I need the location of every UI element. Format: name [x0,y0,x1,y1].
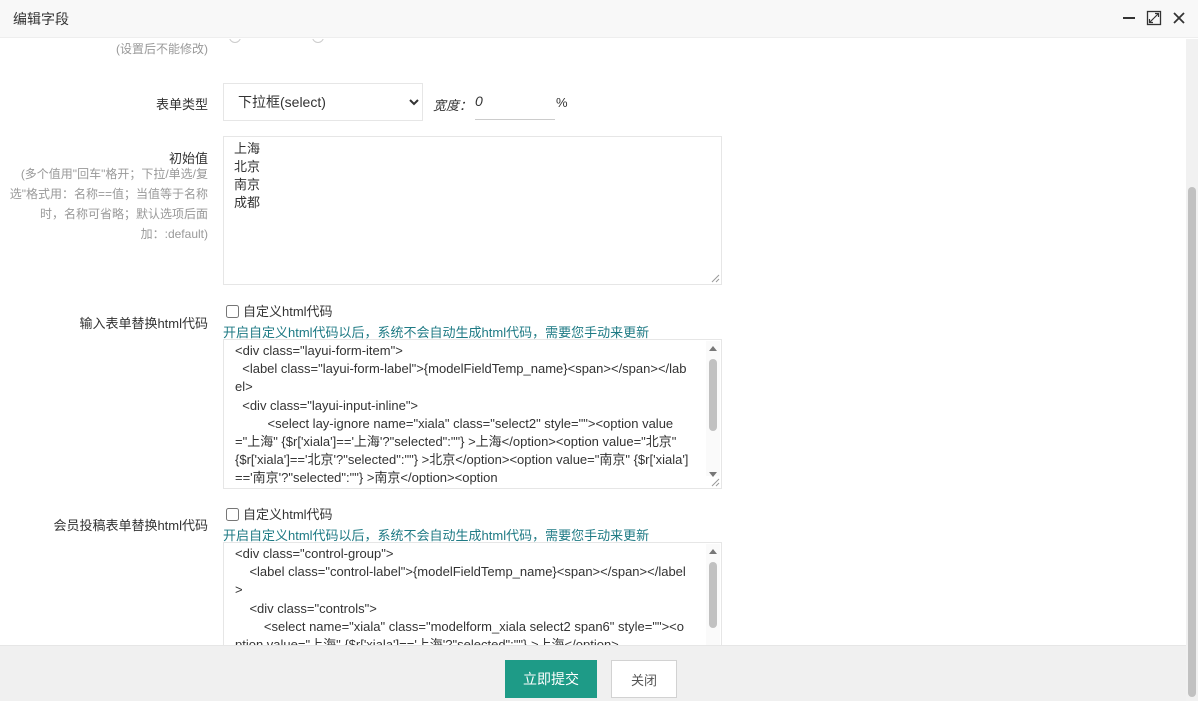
scroll-thumb[interactable] [709,359,717,431]
resize-handle-icon[interactable] [710,477,720,487]
initial-value-hint: (多个值用"回车"格开；下拉/单选/复选"格式用：名称==值；当值等于名称时，名… [9,167,208,241]
member-html-code: <div class="control-group"> <label class… [235,546,686,645]
member-html-label: 会员投稿表单替换html代码 [53,518,208,533]
input-html-code: <div class="layui-form-item"> <label cla… [235,343,689,486]
input-html-checkbox[interactable] [226,305,239,318]
field-name-hint: (设置后不能修改) [116,42,208,56]
member-html-checkbox-row[interactable]: 自定义html代码 [226,504,333,523]
input-html-label: 输入表单替换html代码 [79,316,208,331]
dialog-content: (设置后不能修改) 表单类型 下拉框(select) 宽度： % 初始值 (多个… [0,39,1186,645]
width-unit: % [556,95,568,110]
scroll-up-icon[interactable] [709,346,717,351]
close-button[interactable]: 关闭 [611,660,677,698]
width-label: 宽度： [433,98,473,113]
scroll-thumb[interactable] [709,562,717,628]
member-html-checkbox-label: 自定义html代码 [243,507,333,522]
input-html-scrollbar[interactable] [706,341,720,477]
form-type-label: 表单类型 [155,97,208,112]
initial-value-lines: 上海 北京 南京 成都 [224,137,721,215]
form-type-select[interactable]: 下拉框(select) [223,83,423,121]
submit-button[interactable]: 立即提交 [505,660,597,698]
member-html-textarea[interactable]: <div class="control-group"> <label class… [223,542,722,645]
initial-value-line: 南京 [234,177,261,192]
dialog-title: 编辑字段 [13,11,69,27]
member-html-checkbox[interactable] [226,508,239,521]
member-html-scrollbar[interactable] [706,544,720,645]
initial-value-line: 北京 [234,159,261,174]
dialog-titlebar: 编辑字段 [0,0,1198,38]
maximize-icon[interactable] [1146,10,1162,26]
initial-value-textarea[interactable]: 上海 北京 南京 成都 [223,136,722,285]
initial-value-line: 上海 [234,141,261,156]
scroll-up-icon[interactable] [709,549,717,554]
radio-remnant[interactable] [229,39,241,43]
dialog-footer: 立即提交 关闭 [0,645,1186,701]
input-html-checkbox-label: 自定义html代码 [243,304,333,319]
page-scroll-thumb[interactable] [1188,187,1196,697]
width-input[interactable] [475,83,555,120]
page-scrollbar[interactable] [1186,39,1198,701]
input-html-checkbox-row[interactable]: 自定义html代码 [226,301,333,320]
input-html-textarea[interactable]: <div class="layui-form-item"> <label cla… [223,339,722,489]
resize-handle-icon[interactable] [710,273,720,283]
minimize-icon[interactable] [1121,10,1137,26]
radio-remnant[interactable] [312,39,324,43]
initial-value-line: 成都 [234,195,261,210]
close-icon[interactable] [1171,10,1187,26]
